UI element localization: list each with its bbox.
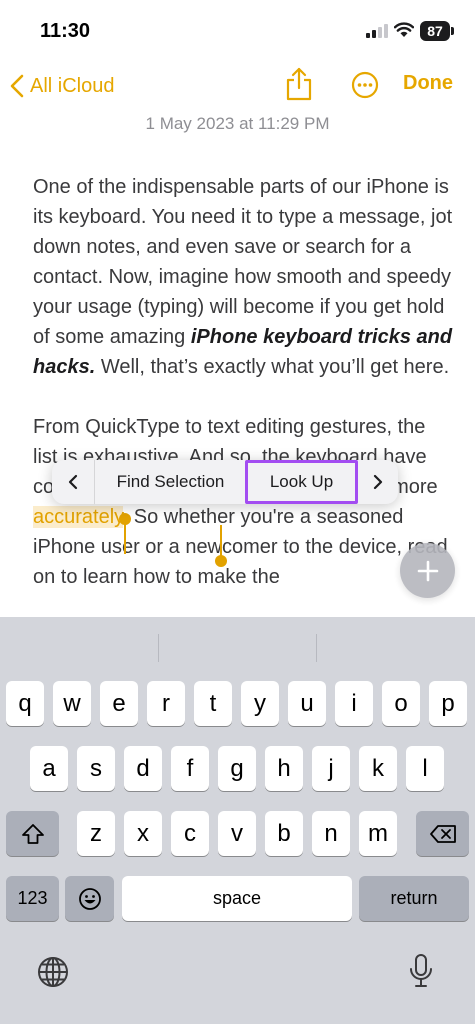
backspace-icon [429, 824, 456, 843]
find-selection-button[interactable]: Find Selection [94, 460, 246, 504]
selection-end-bar [220, 525, 222, 557]
back-label: All iCloud [30, 74, 115, 97]
shift-icon [21, 823, 44, 844]
emoji-icon [78, 887, 101, 910]
look-up-highlight [245, 460, 358, 504]
return-key[interactable]: return [359, 876, 469, 921]
key-p[interactable]: p [429, 681, 467, 726]
key-r[interactable]: r [147, 681, 185, 726]
plus-icon [417, 560, 438, 581]
selection-end-handle[interactable] [215, 555, 227, 567]
more-options-icon[interactable] [351, 71, 379, 99]
key-o[interactable]: o [382, 681, 420, 726]
key-u[interactable]: u [288, 681, 326, 726]
done-button[interactable]: Done [403, 72, 453, 95]
chevron-right-icon [373, 474, 382, 490]
status-time: 11:30 [40, 20, 91, 42]
key-n[interactable]: n [312, 811, 350, 856]
key-f[interactable]: f [171, 746, 209, 791]
key-c[interactable]: c [171, 811, 209, 856]
key-q[interactable]: q [6, 681, 44, 726]
suggestion-divider [158, 634, 159, 662]
key-e[interactable]: e [100, 681, 138, 726]
microphone-icon[interactable] [407, 953, 435, 989]
selected-word[interactable]: accurately [33, 506, 123, 528]
key-i[interactable]: i [335, 681, 373, 726]
key-m[interactable]: m [359, 811, 397, 856]
battery-nub [451, 27, 454, 35]
key-h[interactable]: h [265, 746, 303, 791]
battery-indicator: 87 [420, 21, 450, 41]
share-icon[interactable] [285, 67, 313, 101]
add-button[interactable] [400, 543, 455, 598]
key-b[interactable]: b [265, 811, 303, 856]
delete-key[interactable] [416, 811, 469, 856]
key-s[interactable]: s [77, 746, 115, 791]
key-v[interactable]: v [218, 811, 256, 856]
key-w[interactable]: w [53, 681, 91, 726]
shift-key[interactable] [6, 811, 59, 856]
note-body[interactable]: One of the indispensable parts of our iP… [33, 172, 453, 622]
paragraph-1: One of the indispensable parts of our iP… [33, 172, 453, 382]
space-key[interactable]: space [122, 876, 352, 921]
suggestion-divider [316, 634, 317, 662]
wifi-icon [394, 22, 414, 37]
selection-start-bar [124, 522, 126, 554]
key-l[interactable]: l [406, 746, 444, 791]
back-button[interactable]: All iCloud [10, 72, 114, 100]
chevron-left-icon [10, 74, 24, 98]
key-x[interactable]: x [124, 811, 162, 856]
menu-next-button[interactable] [356, 460, 398, 504]
key-j[interactable]: j [312, 746, 350, 791]
cellular-signal-icon [366, 24, 388, 38]
note-date: 1 May 2023 at 11:29 PM [145, 114, 330, 133]
globe-icon[interactable] [36, 955, 70, 989]
chevron-left-icon [68, 474, 78, 490]
key-t[interactable]: t [194, 681, 232, 726]
numbers-key[interactable]: 123 [6, 876, 59, 921]
key-a[interactable]: a [30, 746, 68, 791]
paragraph-1-end: Well, that’s exactly what you’ll get her… [95, 356, 450, 378]
key-z[interactable]: z [77, 811, 115, 856]
key-k[interactable]: k [359, 746, 397, 791]
key-y[interactable]: y [241, 681, 279, 726]
key-d[interactable]: d [124, 746, 162, 791]
paragraph-1-text: One of the indispensable parts of our iP… [33, 176, 453, 348]
menu-prev-button[interactable] [52, 460, 94, 504]
emoji-key[interactable] [65, 876, 114, 921]
key-g[interactable]: g [218, 746, 256, 791]
